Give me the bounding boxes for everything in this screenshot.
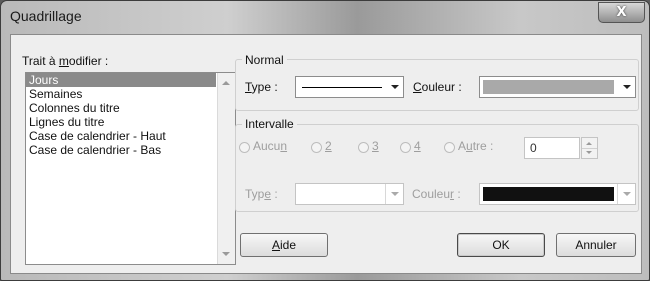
interval-couleur-combo[interactable] [479, 183, 636, 205]
interval-radio-label: 4 [414, 139, 421, 153]
trait-list: Jours Semaines Colonnes du titre Lignes du … [26, 73, 235, 157]
scroll-down-icon[interactable] [222, 252, 230, 256]
interval-radio-2[interactable] [358, 142, 369, 153]
normal-type-combo[interactable] [295, 76, 404, 98]
interval-couleur-label: Couleur : [412, 187, 461, 201]
title-bar[interactable]: Quadrillage X [1, 1, 649, 33]
interval-type-label: Type : [245, 187, 278, 201]
dialog-window: Quadrillage X Trait à modifier : Jours Se… [0, 0, 650, 281]
list-item[interactable]: Case de calendrier - Bas [26, 143, 235, 157]
spin-up-icon[interactable] [586, 142, 592, 145]
autre-value: 0 [530, 141, 537, 155]
dialog-body: Trait à modifier : Jours Semaines Colonnes… [10, 34, 642, 274]
autre-spinner[interactable] [581, 137, 598, 159]
chevron-down-icon [391, 192, 399, 196]
trait-label: Trait à modifier : [22, 54, 109, 68]
dropdown-button[interactable] [386, 77, 403, 97]
scroll-up-icon[interactable] [222, 81, 230, 85]
interval-radio-4[interactable] [444, 142, 455, 153]
window-title: Quadrillage [10, 8, 82, 24]
list-item[interactable]: Lignes du titre [26, 115, 235, 129]
spin-down-icon[interactable] [586, 151, 592, 154]
list-item[interactable]: Semaines [26, 87, 235, 101]
line-style-preview [302, 87, 382, 88]
interval-radio-label: 3 [372, 139, 379, 153]
normal-type-label: Type : [245, 80, 278, 94]
aide-button[interactable]: Aide [240, 233, 328, 257]
color-swatch [483, 187, 614, 201]
interval-radio-label: Aucun [253, 139, 288, 153]
interval-radio-1[interactable] [311, 142, 322, 153]
interval-radio-label: 2 [325, 139, 332, 153]
dropdown-button[interactable] [618, 77, 635, 97]
ok-button[interactable]: OK [457, 233, 545, 257]
intervalle-legend: Intervalle [242, 117, 297, 131]
trait-listbox[interactable]: Jours Semaines Colonnes du titre Lignes du … [25, 72, 236, 265]
interval-type-combo[interactable] [295, 183, 404, 205]
normal-couleur-combo[interactable] [479, 76, 636, 98]
annuler-button[interactable]: Annuler [556, 233, 636, 257]
close-icon: X [616, 5, 627, 20]
interval-radio-label: Autre : [458, 139, 494, 153]
list-item[interactable]: Colonnes du titre [26, 101, 235, 115]
listbox-scrollbar[interactable] [217, 73, 235, 264]
normal-legend: Normal [242, 53, 287, 67]
dropdown-button[interactable] [617, 184, 635, 204]
normal-couleur-label: Couleur : [413, 80, 462, 94]
dropdown-button[interactable] [385, 184, 403, 204]
list-item[interactable]: Case de calendrier - Haut [26, 129, 235, 143]
interval-radio-3[interactable] [400, 142, 411, 153]
spinner-divider [582, 148, 597, 149]
autre-input[interactable]: 0 [524, 137, 580, 159]
chevron-down-icon [623, 192, 631, 196]
chevron-down-icon [391, 85, 399, 89]
list-item[interactable]: Jours [26, 73, 216, 87]
color-swatch [483, 80, 614, 94]
close-button[interactable]: X [598, 2, 645, 23]
interval-radio-0[interactable] [239, 142, 250, 153]
chevron-down-icon [623, 85, 631, 89]
